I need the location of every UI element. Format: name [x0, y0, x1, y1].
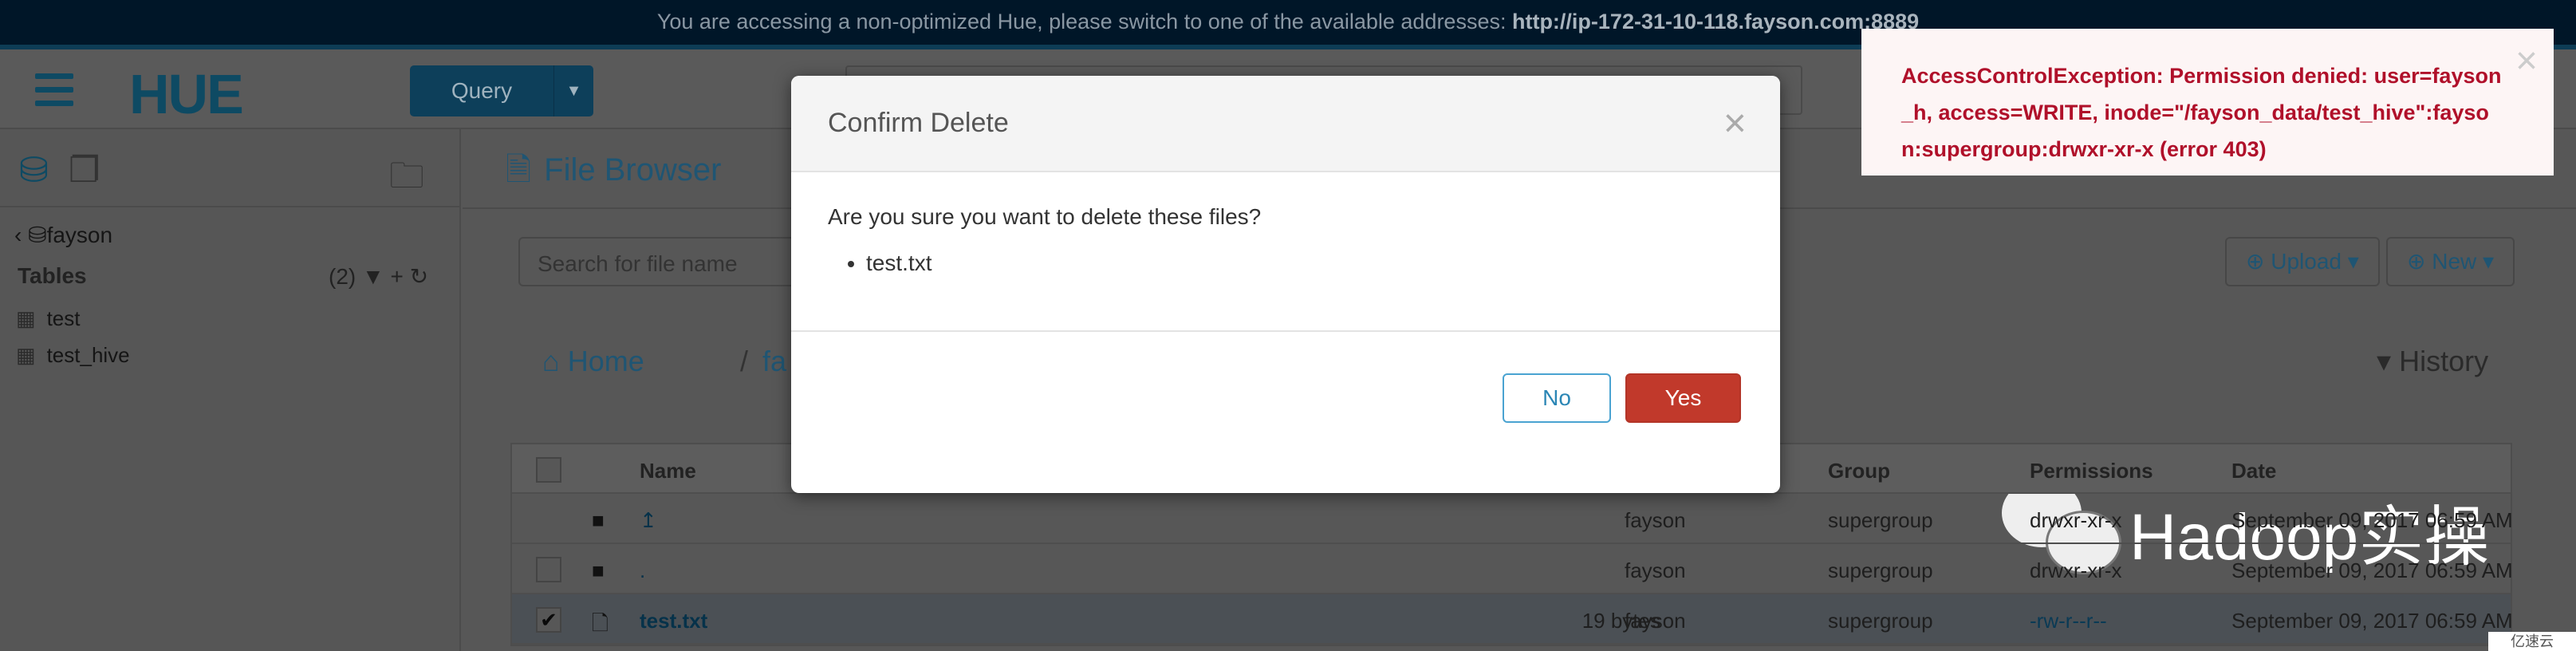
table-name: test_hive — [46, 343, 130, 367]
page-title-text: File Browser — [544, 152, 722, 187]
refresh-icon[interactable]: ↻ — [410, 264, 428, 289]
history-label: History — [2399, 345, 2489, 377]
error-toast: AccessControlException: Permission denie… — [1861, 29, 2554, 176]
row-checkbox-checked[interactable]: ✔ — [536, 607, 561, 633]
upload-button[interactable]: ⊕ Upload ▾ — [2225, 237, 2380, 286]
caret-down-icon: ▾ — [2377, 345, 2400, 377]
select-all-checkbox[interactable] — [536, 457, 561, 483]
documents-icon[interactable]: ❐ — [69, 150, 100, 191]
column-name[interactable]: Name — [640, 459, 696, 483]
database-breadcrumb[interactable]: ‹ ⛁fayson — [14, 222, 112, 248]
banner-address-link[interactable]: http://ip-172-31-10-118.fayson.com:8889 — [1512, 10, 1919, 34]
file-date: September 09, 2017 06:59 AM — [2231, 508, 2513, 532]
tables-tools: (2) ▼ + ↻ — [329, 263, 428, 290]
chevron-left-icon[interactable]: ‹ — [14, 223, 28, 247]
sidebar-table-item[interactable]: ▦ test_hive — [16, 343, 130, 368]
dialog-message: Are you sure you want to delete these fi… — [828, 204, 1262, 229]
breadcrumb-separator: / — [740, 345, 749, 377]
sidebar-table-item[interactable]: ▦ test — [16, 306, 81, 331]
confirm-delete-dialog: Confirm Delete × Are you sure you want t… — [791, 76, 1780, 493]
plus-circle-icon: ⊕ — [2407, 249, 2432, 274]
sidebar: ⛁ ❐ 🗀 ‹ ⛁fayson Tables (2) ▼ + ↻ ▦ test ▦… — [0, 129, 461, 651]
file-icon: 🗎 — [506, 152, 532, 187]
file-permissions[interactable]: drwxr-xr-x — [2030, 558, 2122, 583]
close-icon[interactable]: × — [1723, 100, 1747, 146]
error-message: AccessControlException: Permission denie… — [1901, 64, 2502, 161]
file-to-delete: test.txt — [866, 251, 1743, 276]
query-label: Query — [451, 78, 513, 103]
home-label: Home — [567, 345, 644, 377]
file-date: September 09, 2017 06:59 AM — [2231, 558, 2513, 582]
file-user: fayson — [1625, 609, 1686, 633]
row-checkbox[interactable] — [536, 557, 561, 582]
file-group: supergroup — [1828, 609, 1933, 633]
database-name: fayson — [46, 223, 113, 247]
breadcrumb-folder[interactable]: fa — [762, 345, 786, 378]
caret-down-icon[interactable]: ▼ — [553, 65, 593, 116]
yes-button[interactable]: Yes — [1625, 373, 1741, 423]
file-group: supergroup — [1828, 558, 1933, 582]
file-icon: 🗋 — [592, 611, 609, 635]
folder-icon: ■ — [592, 508, 605, 532]
close-icon[interactable]: × — [2515, 42, 2538, 81]
table-row[interactable]: ■ . fayson supergroup drwxr-xr-x Septemb… — [512, 544, 2513, 594]
upload-icon: ⊕ — [2246, 249, 2271, 274]
file-permissions[interactable]: -rw-r--r-- — [2030, 609, 2107, 633]
folder-open-icon[interactable]: 🗀 — [389, 150, 424, 210]
column-permissions[interactable]: Permissions — [2030, 459, 2153, 483]
column-group[interactable]: Group — [1828, 459, 1890, 483]
folder-icon: ■ — [592, 558, 605, 582]
history-toggle[interactable]: ▾ History — [2377, 345, 2488, 378]
filter-icon[interactable]: ▼ — [362, 264, 384, 289]
query-button[interactable]: Query ▼ — [410, 65, 593, 116]
home-icon: ⌂ — [542, 345, 568, 377]
table-name: test — [46, 306, 81, 330]
column-date[interactable]: Date — [2231, 459, 2276, 483]
hue-logo[interactable]: HUE — [129, 62, 244, 126]
file-user: fayson — [1625, 558, 1686, 582]
tables-count: (2) — [329, 264, 356, 289]
file-group: supergroup — [1828, 508, 1933, 532]
no-button[interactable]: No — [1503, 373, 1611, 423]
table-row[interactable]: ■ ↥ fayson supergroup drwxr-xr-x Septemb… — [512, 494, 2513, 544]
new-button[interactable]: ⊕ New ▾ — [2386, 237, 2515, 286]
tables-heading: Tables — [18, 263, 87, 288]
file-name-link[interactable]: . — [640, 558, 645, 583]
table-icon: ▦ — [16, 343, 36, 367]
upload-label: Upload — [2271, 249, 2342, 274]
file-name-link[interactable]: test.txt — [640, 609, 707, 633]
file-name-link[interactable]: ↥ — [640, 508, 657, 533]
plus-icon[interactable]: + — [391, 264, 404, 289]
hamburger-menu-icon[interactable] — [35, 73, 73, 106]
table-row-selected[interactable]: ✔ 🗋 test.txt 19 bytes fayson supergroup … — [512, 594, 2513, 645]
page-title: 🗎 File Browser — [506, 147, 721, 201]
dialog-title: Confirm Delete — [828, 108, 1009, 138]
file-permissions[interactable]: drwxr-xr-x — [2030, 508, 2122, 533]
banner-text: You are accessing a non-optimized Hue, p… — [656, 10, 1512, 34]
database-icon[interactable]: ⛁ — [19, 150, 49, 191]
file-user: fayson — [1625, 508, 1686, 532]
file-date: September 09, 2017 06:59 AM — [2231, 609, 2513, 633]
breadcrumb-home[interactable]: ⌂ Home — [542, 345, 644, 378]
table-icon: ▦ — [16, 306, 36, 330]
corner-logo: 亿速云 — [2488, 632, 2576, 651]
database-icon: ⛁ — [28, 223, 47, 247]
new-label: New — [2432, 249, 2477, 274]
